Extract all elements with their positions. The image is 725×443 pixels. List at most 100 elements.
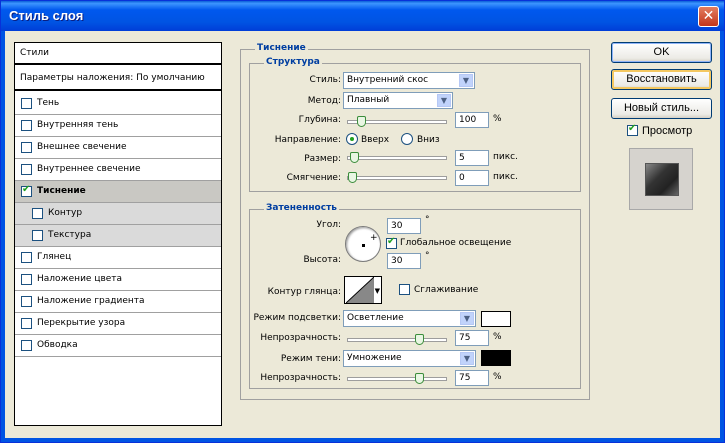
preview-label: Просмотр [642, 125, 693, 137]
preview-checkbox[interactable] [627, 123, 638, 136]
bevel-style-select[interactable]: Внутренний скос ▼ [343, 72, 475, 89]
style-item-checkbox[interactable] [21, 164, 32, 175]
global-light-checkbox[interactable] [386, 236, 397, 249]
highlight-mode-value: Осветление [347, 313, 404, 323]
contour-curve-icon [346, 277, 374, 303]
depth-unit: % [493, 114, 502, 124]
direction-up-label: Вверх [361, 135, 390, 145]
style-item-checkbox[interactable] [21, 274, 32, 285]
shadow-opacity-slider[interactable] [347, 373, 447, 384]
soften-slider[interactable] [347, 172, 447, 183]
highlight-opacity-thumb[interactable] [415, 334, 424, 345]
highlight-opacity-input[interactable]: 75 [455, 330, 489, 346]
crosshair-icon: + [370, 233, 378, 243]
ok-button[interactable]: OK [611, 42, 712, 63]
depth-label: Глубина: [298, 115, 341, 125]
style-item-label: Внутренняя тень [37, 120, 119, 130]
blending-options-item[interactable]: Параметры наложения: По умолчанию [15, 67, 221, 91]
style-label: Стиль: [309, 75, 341, 85]
style-item-checkbox[interactable] [21, 340, 32, 351]
depth-slider-thumb[interactable] [357, 116, 366, 127]
window-border-bottom [1, 438, 724, 442]
dial-center [362, 244, 365, 247]
shadow-mode-select[interactable]: Умножение ▼ [343, 350, 476, 367]
style-item-checkbox[interactable] [21, 98, 32, 109]
soften-slider-thumb[interactable] [348, 172, 357, 183]
shadow-color-swatch[interactable] [481, 350, 511, 366]
style-item[interactable]: Наложение градиента [15, 291, 221, 313]
chevron-down-icon: ▼ [460, 352, 474, 365]
shadow-opacity-input[interactable]: 75 [455, 370, 489, 386]
chevron-down-icon: ▼ [437, 94, 451, 107]
style-item-label: Обводка [37, 340, 78, 350]
window-title: Стиль слоя [9, 8, 84, 23]
style-item[interactable]: Внутренняя тень [15, 115, 221, 137]
style-item-checkbox[interactable] [21, 318, 32, 329]
direction-label: Направление: [274, 135, 341, 145]
style-item-checkbox[interactable] [21, 296, 32, 307]
close-button[interactable]: ✕ [698, 6, 719, 27]
style-item[interactable]: Внутреннее свечение [15, 159, 221, 181]
chevron-down-icon: ▼ [460, 312, 474, 325]
new-style-button[interactable]: Новый стиль... [611, 98, 712, 119]
style-item-label: Внутреннее свечение [37, 164, 141, 174]
style-item[interactable]: Контур [15, 203, 221, 225]
highlight-opacity-slider[interactable] [347, 334, 447, 345]
direction-up-radio[interactable] [346, 133, 358, 145]
highlight-opacity-unit: % [493, 332, 502, 342]
size-input[interactable]: 5 [455, 150, 489, 166]
style-item[interactable]: Тень [15, 93, 221, 115]
depth-slider[interactable] [347, 116, 447, 127]
gloss-contour-picker[interactable]: ▼ [344, 276, 382, 304]
direction-down-radio[interactable] [401, 133, 413, 145]
size-slider[interactable] [347, 152, 447, 163]
title-bar[interactable]: Стиль слоя ✕ [1, 1, 724, 31]
styles-header-label: Стили [20, 48, 49, 58]
shadow-mode-value: Умножение [347, 353, 402, 363]
size-unit: пикс. [493, 152, 518, 162]
highlight-color-swatch[interactable] [481, 311, 511, 327]
styles-header[interactable]: Стили [15, 43, 221, 65]
style-item-checkbox[interactable] [21, 142, 32, 153]
angle-label: Угол: [316, 220, 341, 230]
style-item[interactable]: Тиснение [15, 181, 221, 203]
preview-thumbnail [629, 148, 693, 210]
style-item[interactable]: Глянец [15, 247, 221, 269]
highlight-opacity-label: Непрозрачность: [260, 333, 341, 343]
gloss-contour-label: Контур глянца: [267, 287, 341, 297]
angle-dial[interactable]: + [345, 226, 381, 262]
shadow-opacity-label: Непрозрачность: [260, 373, 341, 383]
chevron-down-icon: ▼ [459, 74, 473, 87]
reset-button[interactable]: Восстановить [611, 69, 712, 90]
direction-down-label: Вниз [417, 135, 440, 145]
style-item-checkbox[interactable] [21, 184, 32, 197]
style-item[interactable]: Текстура [15, 225, 221, 247]
style-item[interactable]: Наложение цвета [15, 269, 221, 291]
style-item[interactable]: Внешнее свечение [15, 137, 221, 159]
style-item[interactable]: Обводка [15, 335, 221, 357]
blending-options-label: Параметры наложения: По умолчанию [20, 73, 205, 83]
highlight-mode-select[interactable]: Осветление ▼ [343, 310, 476, 327]
altitude-input[interactable]: 30 [387, 253, 421, 269]
size-slider-thumb[interactable] [350, 152, 359, 163]
method-select[interactable]: Плавный ▼ [343, 92, 453, 109]
antialias-checkbox[interactable] [399, 284, 410, 295]
style-item[interactable]: Перекрытие узора [15, 313, 221, 335]
soften-input[interactable]: 0 [455, 170, 489, 186]
style-item-checkbox[interactable] [32, 230, 43, 241]
shadow-mode-label: Режим тени: [280, 354, 341, 364]
shadow-opacity-thumb[interactable] [415, 373, 424, 384]
shadow-opacity-unit: % [493, 372, 502, 382]
bevel-section-title: Тиснение [255, 43, 308, 53]
style-item-label: Наложение градиента [37, 296, 145, 306]
bevel-style-value: Внутренний скос [347, 75, 429, 85]
method-label: Метод: [307, 96, 341, 106]
angle-input[interactable]: 30 [387, 218, 421, 234]
altitude-degree: ° [425, 251, 430, 261]
style-item-checkbox[interactable] [21, 252, 32, 263]
preview-bevel-square [645, 163, 679, 196]
style-item-checkbox[interactable] [21, 120, 32, 131]
style-item-label: Текстура [48, 230, 92, 240]
style-item-checkbox[interactable] [32, 208, 43, 219]
depth-input[interactable]: 100 [455, 112, 489, 128]
